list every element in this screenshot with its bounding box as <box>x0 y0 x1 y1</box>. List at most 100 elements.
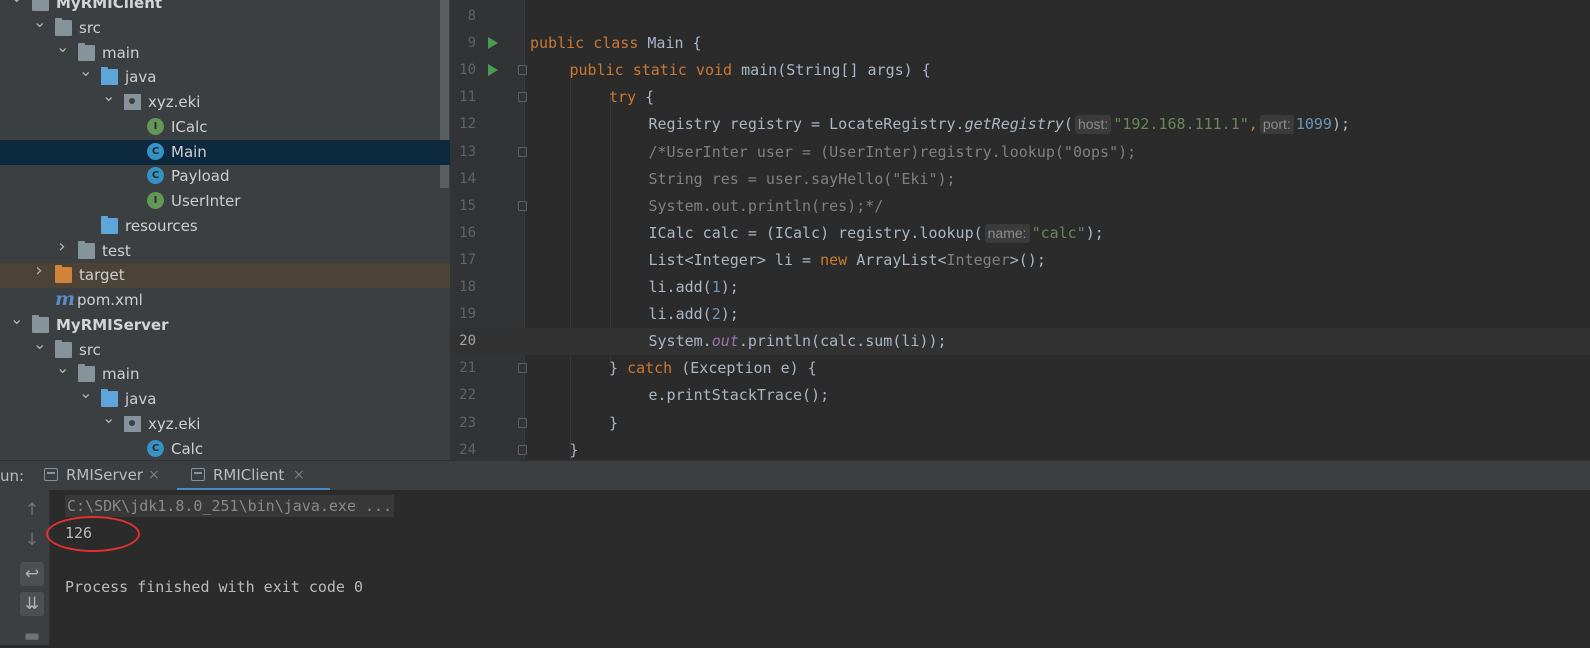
folder-icon <box>55 340 72 358</box>
code-text: public class Main { <box>530 33 702 53</box>
chevron-down-icon[interactable]: ⌄ <box>10 311 23 327</box>
tree-item[interactable]: ⌄ xyz.eki <box>0 88 450 115</box>
chevron-down-icon[interactable]: ⌄ <box>79 63 92 79</box>
console-icon <box>191 468 205 481</box>
code-line[interactable]: 22 e.printStackTrace(); <box>450 382 1590 409</box>
chevron-down-icon[interactable]: ⌄ <box>33 14 46 30</box>
tree-item[interactable]: ⌄ java <box>0 385 450 412</box>
console-exit-message: Process finished with exit code 0 <box>65 578 364 596</box>
interface-icon: I <box>147 192 164 209</box>
code-token: } <box>609 414 619 432</box>
chevron-down-icon[interactable]: ⌄ <box>79 385 92 401</box>
tree-item-label: src <box>79 341 101 359</box>
close-icon[interactable]: × <box>148 467 160 483</box>
code-token: , <box>1248 115 1258 133</box>
tree-item-label: UserInter <box>171 192 241 210</box>
code-token: Integer <box>946 251 1010 269</box>
tree-item-label: xyz.eki <box>148 415 201 433</box>
code-token: 1 <box>711 278 721 296</box>
code-token: { <box>636 88 655 106</box>
tab-rmiclient[interactable]: RMIClient × <box>177 461 330 491</box>
chevron-down-icon[interactable]: ⌄ <box>56 360 69 376</box>
code-line[interactable]: 21} catch (Exception e) { <box>450 355 1590 382</box>
chevron-down-icon[interactable]: ⌄ <box>102 88 115 104</box>
code-token: System.out.println(res);*/ <box>648 197 884 215</box>
code-token: main(String[] args) { <box>732 61 931 79</box>
chevron-down-icon[interactable]: ⌄ <box>56 39 69 55</box>
code-line[interactable]: 14 String res = user.sayHello("Eki"); <box>450 166 1590 193</box>
code-token: out <box>711 332 739 350</box>
run-label: un: <box>0 467 25 485</box>
scroll-to-end-icon[interactable]: ⇊ <box>20 592 44 616</box>
maven-icon: m <box>55 288 76 310</box>
down-arrow-icon[interactable]: ↓ <box>20 528 44 552</box>
code-line[interactable]: 16 ICalc calc = (ICalc) registry.lookup(n… <box>450 220 1590 247</box>
code-editor[interactable]: 8 9 public class Main { 10 public static voi… <box>450 0 1590 460</box>
run-icon[interactable] <box>488 64 498 76</box>
run-toolbar: ↑ ↓ ↩ ⇊ ▬ <box>0 490 50 648</box>
code-line[interactable]: 15 System.out.println(res);*/ <box>450 193 1590 220</box>
tree-item[interactable]: ⌄ main <box>0 39 450 66</box>
line-number: 9 <box>467 35 476 51</box>
code-text: try { <box>609 87 654 107</box>
code-line[interactable]: 17 List<Integer> li = new ArrayList<Integ… <box>450 247 1590 274</box>
tree-item[interactable]: ⌄ MyRMIClient <box>0 0 450 16</box>
code-token: "192.168.111.1" <box>1113 115 1249 133</box>
tree-item[interactable]: resources <box>0 214 450 239</box>
code-token: catch <box>627 359 673 377</box>
tree-item-label: resources <box>125 217 198 235</box>
tree-item[interactable]: C Main <box>0 140 450 165</box>
folder-icon <box>55 18 72 36</box>
tree-item[interactable]: ⌄ java <box>0 63 450 90</box>
fold-icon[interactable] <box>518 65 527 75</box>
fold-icon[interactable] <box>518 445 527 455</box>
fold-icon[interactable] <box>518 147 527 157</box>
fold-icon[interactable] <box>518 363 527 373</box>
code-text: e.printStackTrace(); <box>649 385 830 405</box>
code-text: } catch (Exception e) { <box>609 358 817 378</box>
chevron-down-icon[interactable]: ⌄ <box>33 336 46 352</box>
tree-item[interactable]: C Payload <box>0 164 450 189</box>
code-line[interactable]: 12 Registry registry = LocateRegistry.get… <box>450 111 1590 138</box>
line-number: 12 <box>459 116 476 132</box>
fold-icon[interactable] <box>518 201 527 211</box>
code-line[interactable]: 24} <box>450 437 1590 460</box>
tree-item[interactable]: I UserInter <box>0 189 450 214</box>
tree-item[interactable]: ⌄ MyRMIServer <box>0 311 450 338</box>
tree-item[interactable]: › test <box>0 238 450 264</box>
chevron-down-icon[interactable]: ⌄ <box>102 410 115 426</box>
tree-item[interactable]: I ICalc <box>0 115 450 140</box>
code-line[interactable]: 19 li.add(2); <box>450 301 1590 328</box>
fold-icon[interactable] <box>518 418 527 428</box>
tree-item[interactable]: m pom.xml <box>0 288 450 313</box>
close-icon[interactable]: × <box>293 467 305 483</box>
tab-rmiserver[interactable]: RMIServer × <box>44 461 169 490</box>
chevron-right-icon[interactable]: › <box>56 238 68 256</box>
line-number: 15 <box>459 198 476 214</box>
chevron-down-icon[interactable]: ⌄ <box>10 0 23 5</box>
code-token: try <box>609 88 637 106</box>
chevron-right-icon[interactable]: › <box>33 262 45 280</box>
up-arrow-icon[interactable]: ↑ <box>20 498 44 522</box>
code-line[interactable]: 20 System.out.println(calc.sum(li)); <box>450 328 1590 355</box>
tree-item[interactable]: C Calc <box>0 437 450 460</box>
code-line[interactable]: 23} <box>450 410 1590 437</box>
code-line[interactable]: 13 /*UserInter user = (UserInter)registry… <box>450 139 1590 166</box>
tree-item[interactable]: ⌄ main <box>0 360 450 387</box>
run-tool-window-header: un: RMIServer × RMIClient × <box>0 460 1590 491</box>
code-line[interactable]: 9 public class Main { <box>450 30 1590 57</box>
tree-item-label: ICalc <box>171 118 208 136</box>
tree-item-label: java <box>125 68 157 86</box>
code-line[interactable]: 11 try { <box>450 84 1590 111</box>
tree-item[interactable]: ⌄ xyz.eki <box>0 410 450 437</box>
code-line[interactable]: 18 li.add(1); <box>450 274 1590 301</box>
console-icon <box>44 468 58 481</box>
print-icon[interactable]: ▬ <box>20 624 44 648</box>
code-line[interactable]: 8 <box>450 3 1590 30</box>
code-token: /*UserInter user = (UserInter)registry.l… <box>648 143 1137 161</box>
run-icon[interactable] <box>488 37 498 49</box>
soft-wrap-icon[interactable]: ↩ <box>20 562 44 586</box>
fold-icon[interactable] <box>518 92 527 102</box>
code-line[interactable]: 10 public static void main(String[] args)… <box>450 57 1590 84</box>
tree-item[interactable]: › target <box>0 262 450 288</box>
